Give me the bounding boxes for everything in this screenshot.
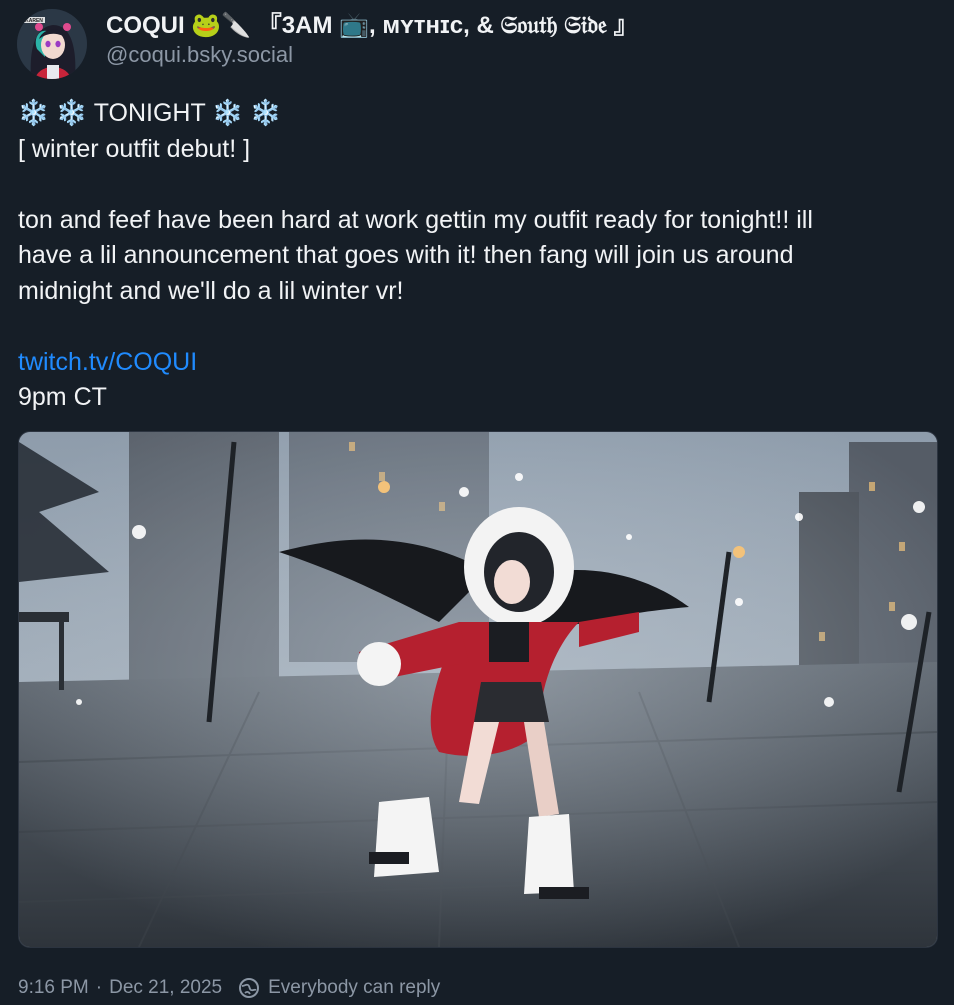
post-date[interactable]: Dec 21, 2025 [109, 977, 222, 999]
twitch-link[interactable]: twitch.tv/COQUI [18, 348, 197, 376]
avatar-badge-text: KAREN [25, 18, 43, 24]
post-body-line: midnight and we'll do a lil winter vr! [18, 276, 404, 305]
video-frame [19, 432, 937, 947]
author-handle[interactable]: @coqui.bsky.social [106, 40, 926, 70]
meta-separator: · [95, 977, 103, 998]
post-video[interactable] [18, 431, 938, 948]
reply-setting-label[interactable]: Everybody can reply [268, 977, 440, 999]
post-meta: 9:16 PM · Dec 21, 2025 Everybody can rep… [18, 974, 440, 1002]
post-heading: ❄️ ❄️ TONIGHT ❄️ ❄️ [18, 99, 282, 127]
post-body-line: have a lil announcement that goes with i… [18, 241, 794, 269]
author-info: COQUI 🐸🔪 『3AM 📺, ᴍʏᴛʜɪᴄ, & 𝔖𝔬𝔲𝔱𝔥 𝔖𝔦𝔡𝔢 』 … [106, 10, 926, 70]
globe-reply-icon [238, 977, 260, 999]
post-subheading: [ winter outfit debut! ] [18, 134, 251, 163]
post-text: ❄️ ❄️ TONIGHT ❄️ ❄️ [ winter outfit debu… [18, 96, 918, 416]
avatar-image: KAREN [17, 9, 87, 79]
post-thread-item: KAREN COQUI 🐸🔪 『3AM 📺, ᴍʏᴛʜɪᴄ, & 𝔖𝔬𝔲𝔱𝔥 𝔖… [0, 0, 954, 1003]
post-time-note: 9pm CT [18, 383, 107, 411]
post-time[interactable]: 9:16 PM [18, 977, 89, 999]
post-body-line: ton and feef have been hard at work gett… [18, 205, 813, 234]
avatar[interactable]: KAREN [17, 9, 87, 79]
author-display-name[interactable]: COQUI 🐸🔪 『3AM 📺, ᴍʏᴛʜɪᴄ, & 𝔖𝔬𝔲𝔱𝔥 𝔖𝔦𝔡𝔢 』 [106, 10, 926, 42]
